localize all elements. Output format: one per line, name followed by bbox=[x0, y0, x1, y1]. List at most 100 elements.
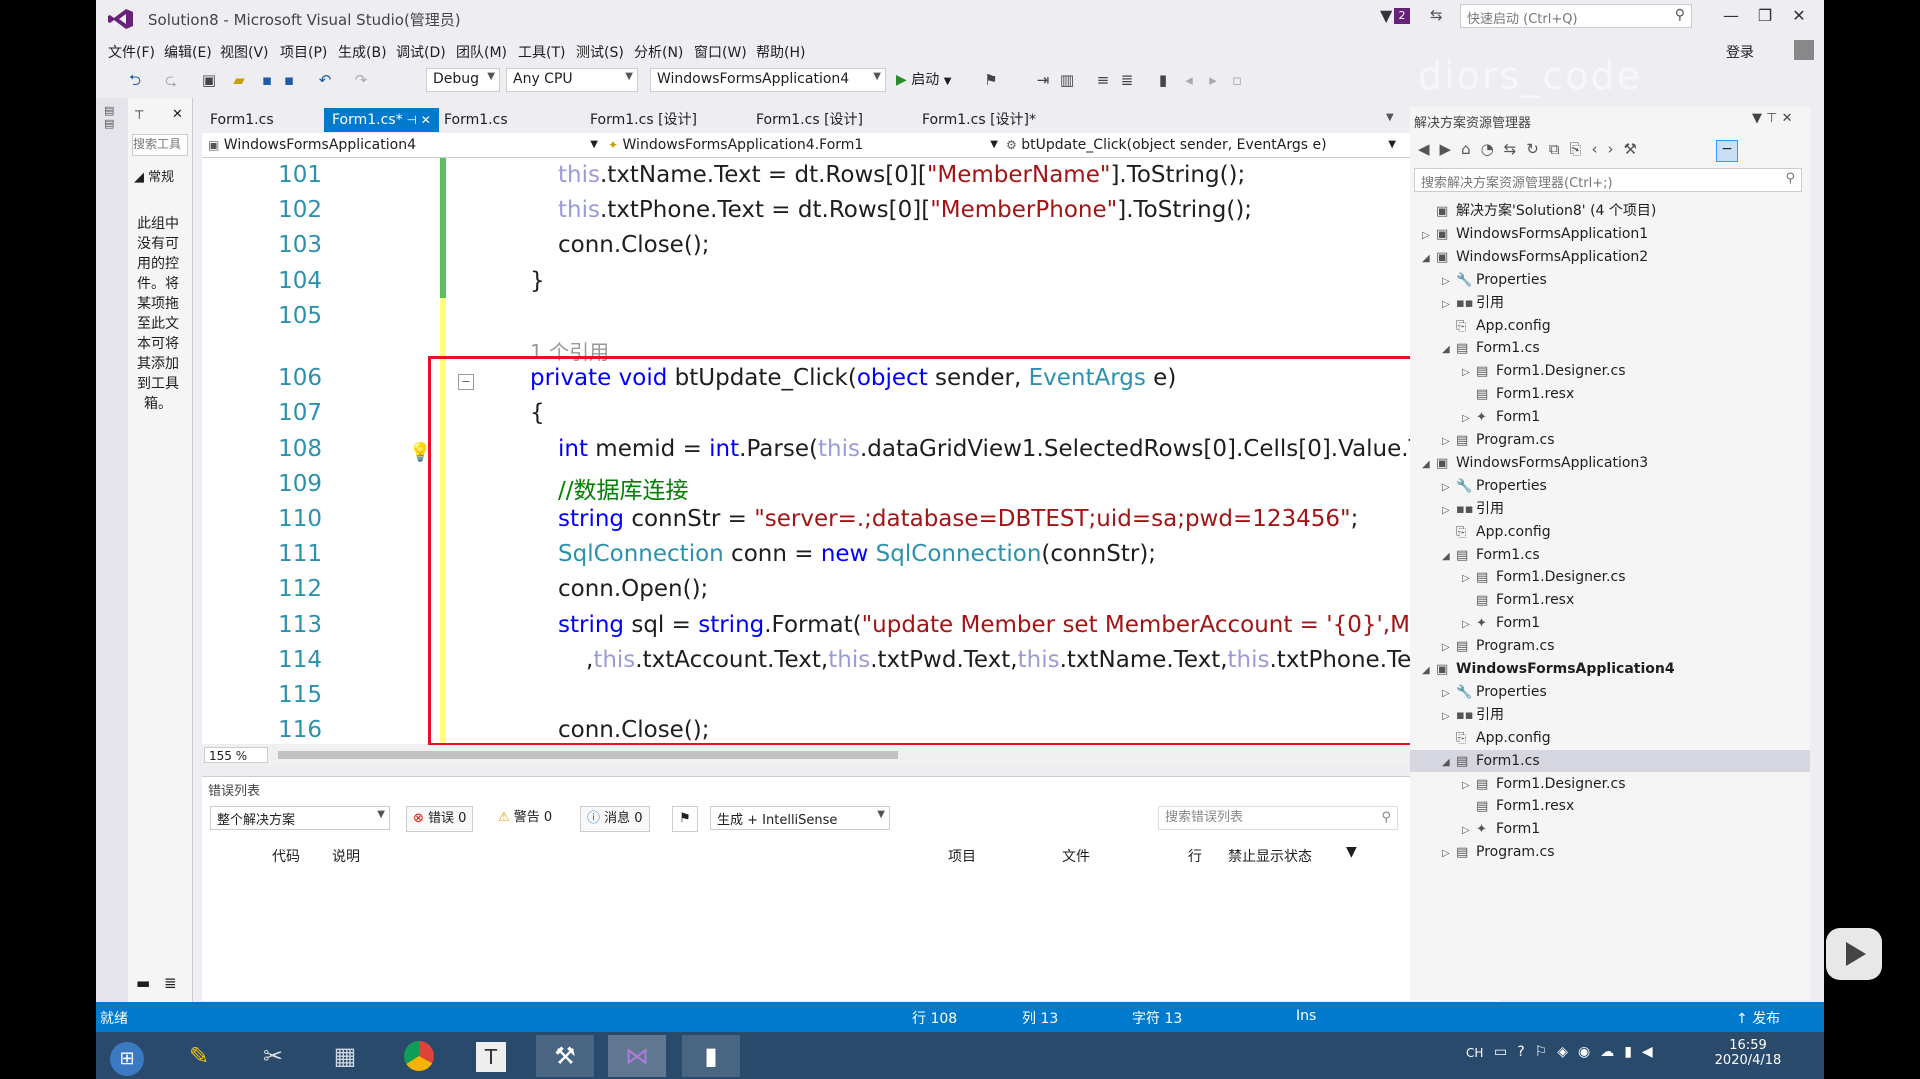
solution-tree-item[interactable]: ⎘ App.config bbox=[1410, 521, 1810, 543]
error-list-column-header[interactable]: 行 bbox=[1188, 846, 1202, 866]
expander-icon[interactable]: ▷ bbox=[1442, 477, 1456, 499]
windows-start-icon[interactable]: ⊞ bbox=[98, 1035, 156, 1077]
solution-explorer-window-controls[interactable]: ▼ ⊤ ✕ bbox=[1752, 111, 1792, 126]
system-tray-icons[interactable]: ▭?⚐◈◉☁▮◀ bbox=[1494, 1044, 1663, 1060]
quick-launch-input[interactable]: 快速启动 (Ctrl+Q) ⚲ bbox=[1460, 4, 1692, 28]
platform-dropdown[interactable]: Any CPU ▼ bbox=[506, 68, 638, 92]
redo-icon[interactable]: ↷ bbox=[352, 71, 370, 89]
solution-tree-item[interactable]: ▷ ▪▪ 引用 bbox=[1410, 498, 1810, 520]
comment-icon[interactable]: ≡ bbox=[1094, 71, 1112, 89]
menu-item[interactable]: 生成(B) bbox=[338, 42, 387, 62]
solution-tree-item[interactable]: ⎘ App.config bbox=[1410, 315, 1810, 337]
layout-icon[interactable]: ▥ bbox=[1058, 71, 1076, 89]
expander-icon[interactable]: ◢ bbox=[1422, 454, 1436, 476]
expander-icon[interactable]: ◢ bbox=[1442, 546, 1456, 568]
signin-link[interactable]: 登录 bbox=[1726, 42, 1754, 62]
solution-tree-item[interactable]: ▷ ▣ WindowsFormsApplication1 bbox=[1410, 223, 1810, 245]
solution-tree-item[interactable]: ▣ 解决方案'Solution8' (4 个项目) bbox=[1410, 200, 1810, 222]
feedback-icon[interactable]: ⇆ bbox=[1430, 6, 1443, 24]
toolbox-search-input[interactable]: 搜索工具 bbox=[132, 134, 188, 156]
save-all-icon[interactable]: ▪ bbox=[280, 71, 298, 89]
solution-tree-item[interactable]: ▷ ▪▪ 引用 bbox=[1410, 292, 1810, 314]
forward-icon[interactable]: ⮎ bbox=[162, 71, 180, 89]
expander-icon[interactable]: ▷ bbox=[1442, 271, 1456, 293]
back-icon[interactable]: ⮌ bbox=[126, 71, 144, 89]
toolbox-section-general[interactable]: ◢ 常规 bbox=[134, 166, 174, 185]
expander-icon[interactable]: ▷ bbox=[1422, 225, 1436, 247]
solution-tree-item[interactable]: ▷ ▤ Form1.Designer.cs bbox=[1410, 360, 1810, 382]
menu-item[interactable]: 帮助(H) bbox=[756, 42, 805, 62]
expander-icon[interactable]: ▷ bbox=[1442, 706, 1456, 728]
menu-item[interactable]: 视图(V) bbox=[220, 42, 269, 62]
error-list-column-header[interactable]: 禁止显示状态 bbox=[1228, 846, 1312, 866]
expander-icon[interactable]: ▷ bbox=[1462, 362, 1476, 384]
pen-app-icon[interactable]: ✎ bbox=[170, 1035, 228, 1077]
save-icon[interactable]: ▪ bbox=[258, 71, 276, 89]
server-explorer-tab-icon[interactable]: ▤ ▤ bbox=[104, 104, 118, 130]
menu-item[interactable]: 文件(F) bbox=[108, 42, 155, 62]
minimize-button[interactable]: — bbox=[1718, 6, 1744, 25]
errors-filter-button[interactable]: ⊗ 错误 0 bbox=[406, 806, 474, 832]
code-line[interactable]: } bbox=[530, 268, 545, 294]
solution-tree-item[interactable]: ▷ ▤ Form1.Designer.cs bbox=[1410, 773, 1810, 795]
solution-tree-item[interactable]: ▷ ✦ Form1 bbox=[1410, 406, 1810, 428]
text-app-icon[interactable]: T bbox=[462, 1035, 520, 1077]
class-navigation-dropdown[interactable]: ✦ WindowsFormsApplication4.Form1 ▼ bbox=[608, 134, 998, 156]
member-navigation-dropdown[interactable]: ⚙ btUpdate_Click(object sender, EventArg… bbox=[1006, 134, 1396, 156]
tab-document[interactable]: Form1.cs bbox=[436, 108, 516, 132]
taskbar-clock[interactable]: 16:59 2020/4/18 bbox=[1708, 1038, 1788, 1068]
toolbox-pin-icon[interactable]: ⊤ bbox=[134, 108, 144, 122]
error-scope-dropdown[interactable]: 整个解决方案 ▼ bbox=[210, 806, 390, 830]
chrome-app-icon[interactable] bbox=[390, 1035, 448, 1077]
expander-icon[interactable]: ▷ bbox=[1462, 568, 1476, 590]
solution-tree-item[interactable]: ◢ ▣ WindowsFormsApplication4 bbox=[1410, 658, 1810, 680]
vs-tools-app-icon[interactable]: ⚒ bbox=[536, 1035, 594, 1077]
error-list-column-header[interactable]: 文件 bbox=[1062, 846, 1090, 866]
solution-tree-item[interactable]: ⎘ App.config bbox=[1410, 727, 1810, 749]
toolbox-close-icon[interactable]: ✕ bbox=[172, 107, 183, 122]
solution-tree-item[interactable]: ▷ ▪▪ 引用 bbox=[1410, 704, 1810, 726]
solution-tree-item[interactable]: ◢ ▤ Form1.cs bbox=[1410, 544, 1810, 566]
solution-tree-item[interactable]: ▷ ✦ Form1 bbox=[1410, 818, 1810, 840]
solution-tree-item[interactable]: ◢ ▣ WindowsFormsApplication3 bbox=[1410, 452, 1810, 474]
step-icon[interactable]: ⇥ bbox=[1034, 71, 1052, 89]
solution-tree-item[interactable]: ▷ ▤ Program.cs bbox=[1410, 841, 1810, 863]
uncomment-icon[interactable]: ≣ bbox=[1118, 71, 1136, 89]
open-folder-icon[interactable]: ▰ bbox=[230, 71, 248, 89]
tab-document[interactable]: Form1.cs bbox=[202, 108, 282, 132]
error-list-column-header[interactable]: 代码 bbox=[272, 846, 300, 866]
horizontal-scrollbar-thumb[interactable] bbox=[278, 751, 898, 759]
menu-item[interactable]: 测试(S) bbox=[576, 42, 624, 62]
tab-document[interactable]: Form1.cs [设计] bbox=[748, 108, 871, 132]
solution-tree-item[interactable]: ▤ Form1.resx bbox=[1410, 795, 1810, 817]
menu-item[interactable]: 调试(D) bbox=[396, 42, 446, 62]
undo-icon[interactable]: ↶ bbox=[316, 71, 334, 89]
find-icon[interactable]: ⚑ bbox=[982, 71, 1000, 89]
solution-tree-item[interactable]: ◢ ▤ Form1.cs bbox=[1410, 749, 1810, 772]
solution-tree-item[interactable]: ▷ 🔧 Properties bbox=[1410, 269, 1810, 291]
solution-tree-item[interactable]: ◢ ▣ WindowsFormsApplication2 bbox=[1410, 246, 1810, 268]
warnings-filter-button[interactable]: ⚠ 警告 0 bbox=[492, 806, 558, 830]
expander-icon[interactable]: ▷ bbox=[1462, 408, 1476, 430]
video-play-overlay-button[interactable] bbox=[1826, 928, 1882, 980]
expander-icon[interactable]: ▷ bbox=[1442, 683, 1456, 705]
solution-tree-item[interactable]: ▷ ▤ Form1.Designer.cs bbox=[1410, 566, 1810, 588]
configuration-dropdown[interactable]: Debug ▼ bbox=[426, 68, 500, 92]
solution-explorer-toolbar[interactable]: ◀▶⌂◔⇆↻⧉⎘‹›⚒ bbox=[1418, 140, 1647, 158]
sql-server-app-icon[interactable]: ▮ bbox=[682, 1035, 740, 1077]
filter-toggle-icon[interactable]: ⚑ bbox=[672, 806, 698, 832]
next-bookmark-icon[interactable]: ▸ bbox=[1204, 71, 1222, 89]
solution-tree-item[interactable]: ▷ ▤ Program.cs bbox=[1410, 635, 1810, 657]
expander-icon[interactable]: ▷ bbox=[1442, 431, 1456, 453]
code-line[interactable]: conn.Close(); bbox=[558, 232, 710, 258]
expander-icon[interactable]: ▷ bbox=[1462, 820, 1476, 842]
zoom-dropdown[interactable]: 155 % bbox=[204, 747, 268, 763]
tab-close-icon[interactable]: ⊣ ✕ bbox=[403, 113, 430, 127]
startup-project-dropdown[interactable]: WindowsFormsApplication4 ▼ bbox=[650, 68, 886, 92]
expander-icon[interactable]: ◢ bbox=[1442, 339, 1456, 361]
toolbox-list-icon[interactable]: ▬ bbox=[136, 974, 150, 992]
expander-icon[interactable]: ▷ bbox=[1462, 775, 1476, 797]
solution-search-input[interactable]: 搜索解决方案资源管理器(Ctrl+;) ⚲ bbox=[1414, 168, 1802, 192]
notification-badge[interactable]: 2 bbox=[1394, 8, 1410, 24]
menu-item[interactable]: 工具(T) bbox=[518, 42, 565, 62]
